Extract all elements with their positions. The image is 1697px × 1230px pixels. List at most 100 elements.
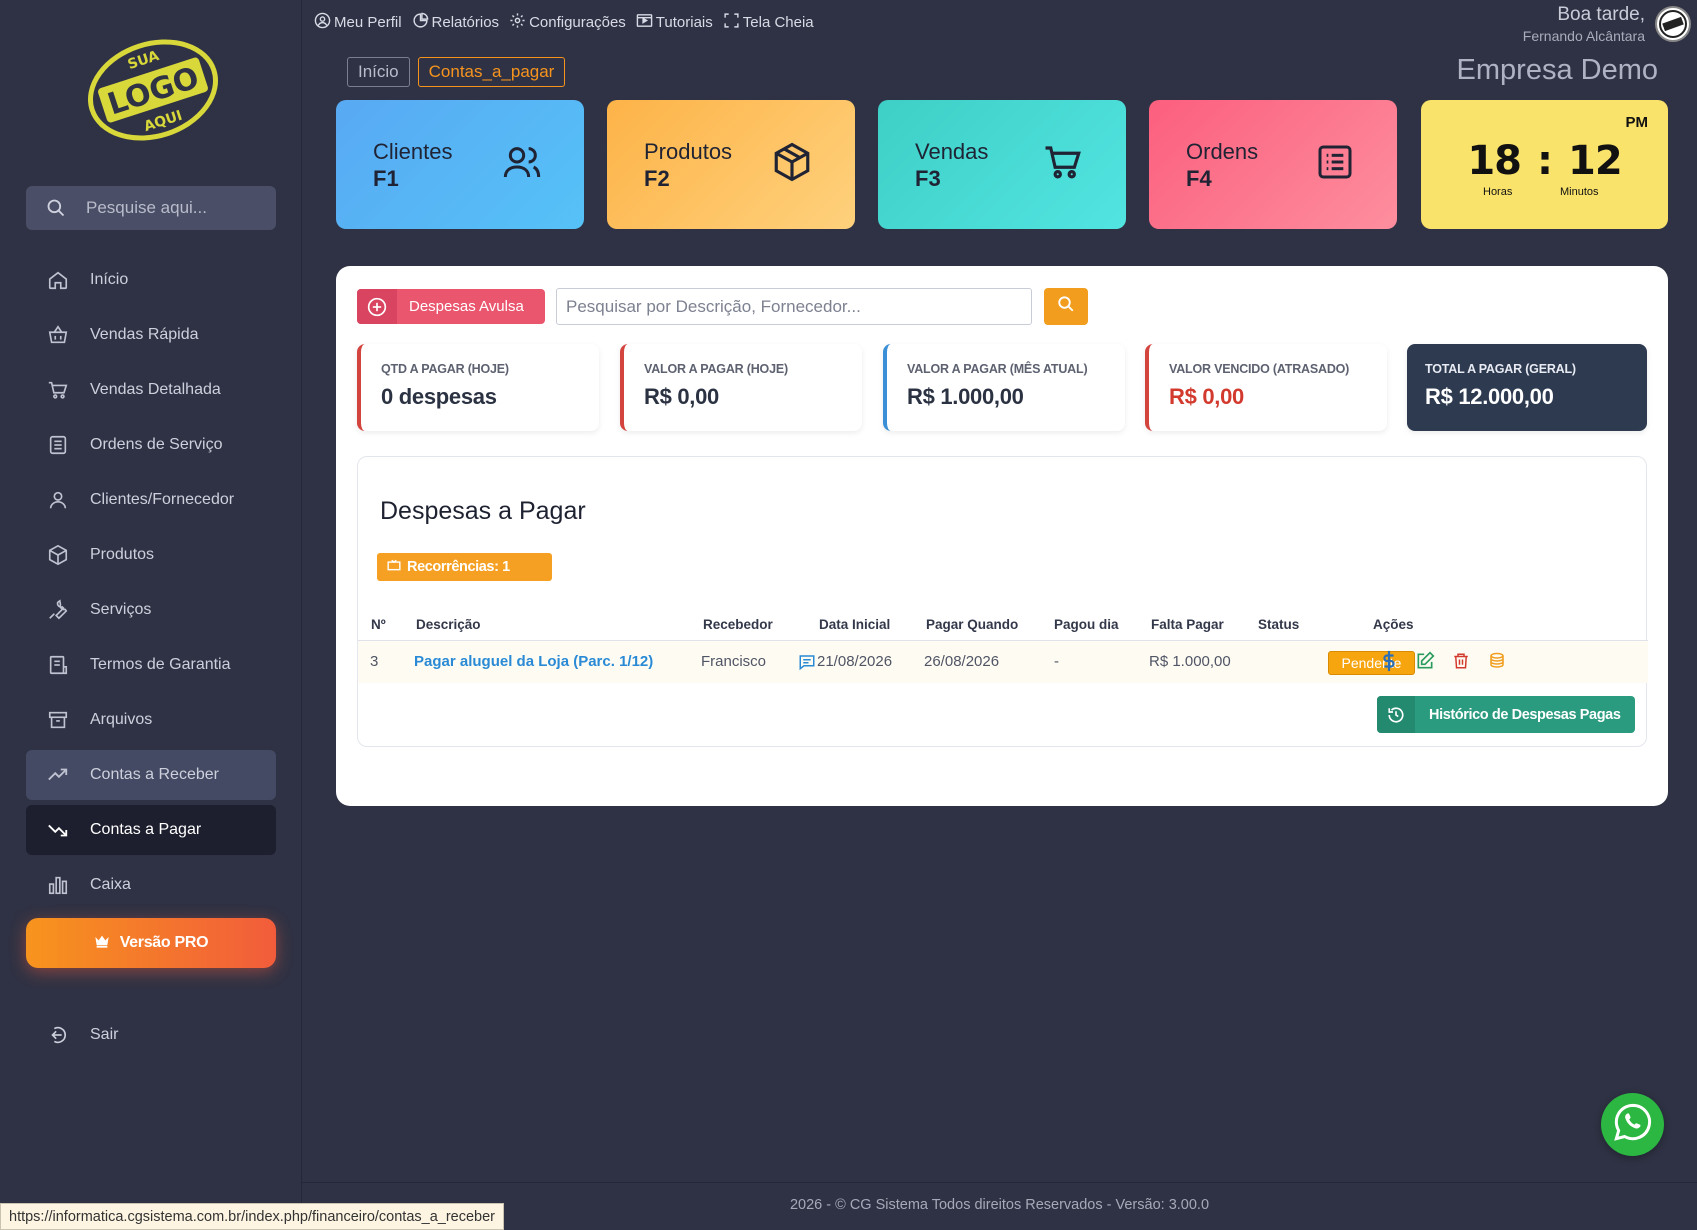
recurrences-label: Recorrências: 1	[407, 559, 510, 575]
menu-fullscreen[interactable]: Tela Cheia	[723, 12, 814, 33]
footer: 2026 - © CG Sistema Todos direitos Reser…	[302, 1182, 1697, 1230]
sidebar-item-clientes[interactable]: Clientes/Fornecedor	[26, 475, 276, 525]
sidebar-nav: Início Vendas Rápida Vendas Detalhada Or…	[26, 255, 276, 915]
list-icon	[1315, 142, 1355, 187]
menu-tutorials[interactable]: Tutoriais	[636, 12, 713, 33]
cart-icon	[1042, 141, 1084, 188]
sidebar-item-inicio[interactable]: Início	[26, 255, 276, 305]
sidebar-item-label: Contas a Receber	[90, 766, 219, 783]
shortcut-key: F4	[1186, 165, 1212, 191]
expenses-table-card: Despesas a Pagar Recorrências: 1 Nº Desc…	[357, 456, 1648, 747]
shortcut-key: F3	[915, 165, 941, 191]
menu-profile[interactable]: Meu Perfil	[314, 12, 402, 33]
coins-icon[interactable]	[1486, 650, 1508, 672]
status-badge: Pendente	[1328, 651, 1415, 675]
clock-widget: PM 18 : 12 Horas Minutos	[1421, 100, 1668, 229]
clock-minutes-label: Minutos	[1560, 186, 1599, 198]
sidebar-search-input[interactable]	[86, 198, 266, 218]
history-button[interactable]: Histórico de Despesas Pagas	[1377, 696, 1635, 733]
avatar[interactable]	[1655, 6, 1691, 42]
clock-separator: :	[1537, 138, 1553, 184]
pro-version-label: Versão PRO	[119, 934, 209, 951]
shortcut-produtos[interactable]: Produtos F2	[607, 100, 855, 229]
sidebar-item-produtos[interactable]: Produtos	[26, 530, 276, 580]
trending-down-icon	[26, 819, 90, 841]
users-icon	[502, 142, 542, 187]
browser-status-bar: https://informatica.cgsistema.com.br/ind…	[0, 1203, 504, 1230]
row-num: 3	[370, 653, 379, 670]
sidebar-item-contas-pagar[interactable]: Contas a Pagar	[26, 805, 276, 855]
row-start-date: 21/08/2026	[817, 653, 893, 670]
user-circle-icon	[314, 12, 331, 33]
basket-icon	[26, 324, 90, 346]
sidebar-item-label: Ordens de Serviço	[90, 436, 223, 453]
logout-icon	[26, 1024, 90, 1046]
sidebar-search[interactable]	[26, 186, 276, 230]
col-num: Nº	[371, 617, 386, 632]
message-icon[interactable]	[798, 653, 816, 675]
sidebar-item-termos-garantia[interactable]: Termos de Garantia	[26, 640, 276, 690]
search-button[interactable]	[1044, 288, 1088, 325]
archive-icon	[26, 709, 90, 731]
edit-icon[interactable]	[1414, 650, 1436, 672]
clock-ampm: PM	[1625, 114, 1649, 131]
wrench-icon	[26, 599, 90, 621]
shortcut-clientes[interactable]: Clientes F1	[336, 100, 584, 229]
shortcut-ordens[interactable]: Ordens F4	[1149, 100, 1397, 229]
greeting-text: Boa tarde,	[1557, 4, 1645, 25]
stat-value: R$ 0,00	[644, 384, 719, 409]
shortcut-label: Clientes	[373, 138, 453, 164]
expense-search-input[interactable]	[556, 288, 1032, 325]
clock-minutes: 12	[1568, 138, 1623, 184]
sidebar-item-label: Termos de Garantia	[90, 656, 231, 673]
company-name: Empresa Demo	[1456, 54, 1658, 86]
history-icon	[1377, 696, 1415, 733]
user-greeting: Boa tarde, Fernando Alcântara	[1523, 4, 1645, 44]
sidebar-item-ordens-servico[interactable]: Ordens de Serviço	[26, 420, 276, 470]
stat-value-month: VALOR A PAGAR (MÊS ATUAL) R$ 1.000,00	[883, 344, 1125, 431]
breadcrumb-home[interactable]: Início	[347, 57, 410, 87]
row-due-date: 26/08/2026	[924, 653, 1000, 670]
pie-chart-icon	[412, 12, 429, 33]
logout-label: Sair	[90, 1026, 119, 1043]
sidebar-item-arquivos[interactable]: Arquivos	[26, 695, 276, 745]
whatsapp-button[interactable]	[1601, 1093, 1664, 1156]
stat-qty-today: QTD A PAGAR (HOJE) 0 despesas	[357, 344, 599, 431]
col-description: Descrição	[416, 617, 481, 632]
sidebar: LOGO SUA AQUI Início Vendas Rápida Venda…	[0, 0, 302, 1230]
breadcrumb: Início Contas_a_pagar	[347, 57, 566, 87]
recurrences-badge[interactable]: Recorrências: 1	[377, 553, 552, 581]
table-header: Nº Descrição Recebedor Data Inicial Paga…	[358, 617, 1648, 641]
stat-title: VALOR VENCIDO (ATRASADO)	[1169, 362, 1350, 376]
sidebar-item-contas-receber[interactable]: Contas a Receber	[26, 750, 276, 800]
sidebar-item-vendas-detalhada[interactable]: Vendas Detalhada	[26, 365, 276, 415]
user-icon	[26, 489, 90, 511]
sidebar-item-vendas-rapida[interactable]: Vendas Rápida	[26, 310, 276, 360]
sidebar-item-caixa[interactable]: Caixa	[26, 860, 276, 910]
search-icon	[26, 198, 86, 218]
menu-reports[interactable]: Relatórios	[412, 12, 499, 33]
col-paid-date: Pagou dia	[1054, 617, 1119, 632]
pro-version-button[interactable]: Versão PRO	[26, 918, 276, 968]
add-expense-button[interactable]: Despesas Avulsa	[357, 289, 545, 324]
company-logo[interactable]: LOGO SUA AQUI	[78, 30, 228, 150]
table-title: Despesas a Pagar	[380, 497, 586, 525]
shortcut-vendas[interactable]: Vendas F3	[878, 100, 1126, 229]
stat-value: R$ 0,00	[1169, 384, 1244, 409]
home-icon	[26, 269, 90, 291]
col-start-date: Data Inicial	[819, 617, 891, 632]
crown-icon	[94, 934, 110, 953]
shortcut-label: Produtos	[644, 138, 733, 164]
row-description[interactable]: Pagar aluguel da Loja (Parc. 1/12)	[414, 653, 653, 670]
logout-button[interactable]: Sair	[26, 1010, 276, 1060]
sidebar-item-label: Vendas Rápida	[90, 326, 199, 343]
stat-title: VALOR A PAGAR (HOJE)	[644, 362, 788, 376]
pay-dollar-icon[interactable]	[1378, 650, 1400, 672]
sidebar-item-servicos[interactable]: Serviços	[26, 585, 276, 635]
list-icon	[26, 434, 90, 456]
trash-icon[interactable]	[1450, 650, 1472, 672]
sidebar-item-label: Clientes/Fornecedor	[90, 491, 235, 508]
whatsapp-icon	[1613, 1102, 1653, 1147]
menu-settings[interactable]: Configurações	[509, 12, 626, 33]
shortcut-label: Ordens	[1186, 138, 1259, 164]
